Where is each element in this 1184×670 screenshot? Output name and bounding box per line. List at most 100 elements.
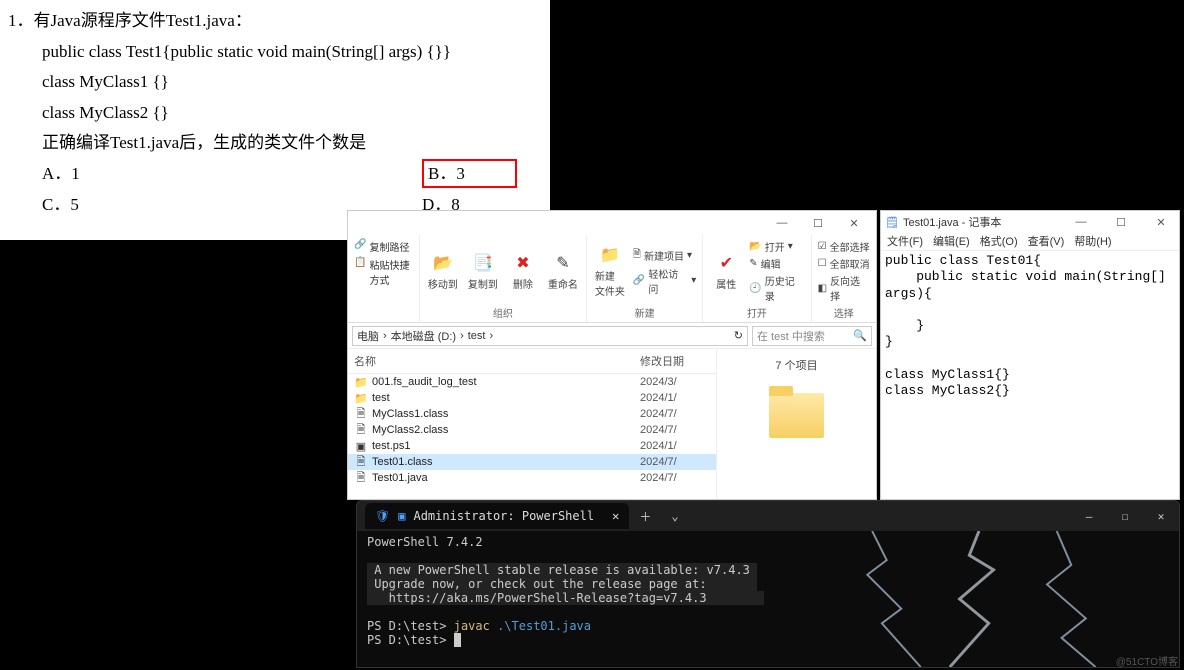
breadcrumb[interactable]: 电脑› 本地磁盘 (D:)› test› ↻	[352, 326, 748, 346]
item-count-label: 7 个项目	[775, 357, 817, 373]
close-button[interactable]: ✕	[1143, 506, 1179, 526]
edit-icon: ✎	[749, 258, 757, 269]
question-after: 正确编译Test1.java后，生成的类文件个数是	[42, 128, 542, 159]
code-line-2: class MyClass1 {}	[42, 67, 542, 98]
file-date: 2024/7/	[640, 424, 710, 436]
watermark: @51CTO博客	[1116, 653, 1178, 668]
new-folder-icon: 📁	[599, 244, 621, 266]
file-name: test.ps1	[372, 440, 640, 452]
breadcrumb-part[interactable]: 本地磁盘 (D:)	[391, 328, 456, 344]
maximize-button[interactable]: ☐	[800, 213, 836, 233]
file-icon: 🗎	[354, 455, 368, 469]
file-row[interactable]: 🗎 Test01.class2024/7/	[348, 454, 716, 470]
code-line-1: public class Test1{public static void ma…	[42, 37, 542, 68]
invert-selection-button[interactable]: ◧反向选择	[818, 273, 870, 303]
minimize-button[interactable]: —	[1071, 506, 1107, 526]
file-name: test	[372, 392, 640, 404]
menu-edit[interactable]: 编辑(E)	[933, 233, 970, 250]
search-placeholder: 在 test 中搜索	[757, 328, 825, 344]
copy-to-button[interactable]: 📑复制到	[466, 252, 500, 291]
question-panel: 1．有Java源程序文件Test1.java： public class Tes…	[0, 0, 550, 240]
search-icon: 🔍	[853, 329, 867, 342]
paste-shortcut-icon: 📋	[354, 257, 366, 287]
breadcrumb-part[interactable]: 电脑	[357, 328, 379, 344]
copy-to-icon: 📑	[472, 252, 494, 274]
paste-shortcut-btn[interactable]: 📋粘贴快捷方式	[354, 257, 413, 287]
select-group-label: 选择	[834, 303, 854, 322]
file-date: 2024/1/	[640, 440, 710, 452]
file-row[interactable]: 🗎MyClass2.class2024/7/	[348, 422, 716, 438]
maximize-button[interactable]: ☐	[1107, 506, 1143, 526]
menu-view[interactable]: 查看(V)	[1028, 233, 1065, 250]
copy-path-btn[interactable]: 🔗复制路径	[354, 239, 409, 254]
open-button[interactable]: 📂打开 ▾	[749, 239, 792, 254]
copy-path-icon: 🔗	[354, 239, 366, 254]
close-button[interactable]: ✕	[1143, 212, 1179, 232]
rename-button[interactable]: ✎重命名	[546, 252, 580, 291]
terminal-body[interactable]: PowerShell 7.4.2 A new PowerShell stable…	[357, 531, 1179, 667]
select-none-icon: ☐	[818, 258, 827, 269]
file-date: 2024/7/	[640, 456, 710, 468]
new-folder-button[interactable]: 📁新建 文件夹	[593, 244, 627, 298]
tab-dropdown-icon[interactable]: ⌄	[661, 509, 688, 523]
file-icon: 🗎	[354, 423, 368, 437]
explorer-titlebar: — ☐ ✕	[348, 211, 876, 235]
column-name[interactable]: 名称	[354, 353, 640, 369]
menu-file[interactable]: 文件(F)	[887, 233, 923, 250]
file-row[interactable]: 📁001.fs_audit_log_test2024/3/	[348, 374, 716, 390]
edit-button[interactable]: ✎编辑	[749, 256, 780, 271]
file-list: 名称 修改日期 📁001.fs_audit_log_test2024/3/📁 te…	[348, 349, 716, 499]
close-button[interactable]: ✕	[836, 213, 872, 233]
file-icon: 📁	[354, 391, 368, 405]
file-name: MyClass1.class	[372, 408, 640, 420]
folder-preview-icon	[769, 393, 824, 438]
search-input[interactable]: 在 test 中搜索 🔍	[752, 326, 872, 346]
file-icon: ▣	[354, 439, 368, 453]
notepad-menubar: 文件(F) 编辑(E) 格式(O) 查看(V) 帮助(H)	[881, 233, 1179, 251]
open-icon: 📂	[749, 241, 761, 252]
select-none-button[interactable]: ☐全部取消	[818, 256, 870, 271]
question-prompt: 1．有Java源程序文件Test1.java：	[8, 6, 542, 37]
file-row[interactable]: 🗎MyClass1.class2024/7/	[348, 406, 716, 422]
file-row[interactable]: 📁test2024/1/	[348, 390, 716, 406]
properties-icon: ✔	[715, 252, 737, 274]
file-date: 2024/7/	[640, 408, 710, 420]
select-all-button[interactable]: ☑全部选择	[818, 239, 870, 254]
new-tab-button[interactable]: ＋	[629, 508, 661, 525]
file-row[interactable]: ▣ test.ps12024/1/	[348, 438, 716, 454]
invert-icon: ◧	[818, 283, 827, 294]
file-row[interactable]: 🗎Test01.java2024/7/	[348, 470, 716, 486]
explorer-address-bar: 电脑› 本地磁盘 (D:)› test› ↻ 在 test 中搜索 🔍	[348, 323, 876, 349]
properties-button[interactable]: ✔属性	[709, 252, 743, 291]
tab-title: Administrator: PowerShell	[413, 509, 594, 523]
preview-pane: 7 个项目	[716, 349, 876, 499]
breadcrumb-part[interactable]: test	[468, 330, 486, 342]
option-b: B．3	[422, 159, 517, 190]
organize-group-label: 组织	[493, 303, 513, 322]
file-icon: 📁	[354, 375, 368, 389]
new-item-button[interactable]: 🗎新建项目 ▾	[633, 247, 692, 264]
delete-button[interactable]: ✖删除	[506, 252, 540, 291]
powershell-icon: ▣	[398, 509, 405, 523]
file-name: Test01.class	[372, 456, 640, 468]
column-date[interactable]: 修改日期	[640, 353, 710, 369]
move-to-button[interactable]: 📂移动到	[426, 252, 460, 291]
notepad-title-text: Test01.java - 记事本	[903, 214, 1001, 230]
explorer-ribbon: 🔗复制路径 📋粘贴快捷方式 📂移动到 📑复制到 ✖删除 ✎重命名 组织 📁新建 …	[348, 235, 876, 323]
tab-close-icon[interactable]: ✕	[612, 509, 619, 523]
file-date: 2024/7/	[640, 472, 710, 484]
terminal-tab[interactable]: 🛡 ▣ Administrator: PowerShell ✕	[365, 503, 629, 529]
menu-format[interactable]: 格式(O)	[980, 233, 1018, 250]
notepad-titlebar: 🗒 Test01.java - 记事本 — ☐ ✕	[881, 211, 1179, 233]
refresh-icon[interactable]: ↻	[734, 329, 743, 342]
minimize-button[interactable]: —	[1063, 212, 1099, 232]
minimize-button[interactable]: —	[764, 213, 800, 233]
delete-icon: ✖	[512, 252, 534, 274]
maximize-button[interactable]: ☐	[1103, 212, 1139, 232]
menu-help[interactable]: 帮助(H)	[1074, 233, 1111, 250]
shield-icon: 🛡	[375, 509, 390, 523]
easy-access-button[interactable]: 🔗轻松访问 ▾	[633, 266, 696, 296]
notepad-content[interactable]: public class Test01{ public static void …	[881, 251, 1179, 401]
history-button[interactable]: 🕘历史记录	[749, 273, 804, 303]
terminal-output: PowerShell 7.4.2 A new PowerShell stable…	[367, 535, 1169, 647]
